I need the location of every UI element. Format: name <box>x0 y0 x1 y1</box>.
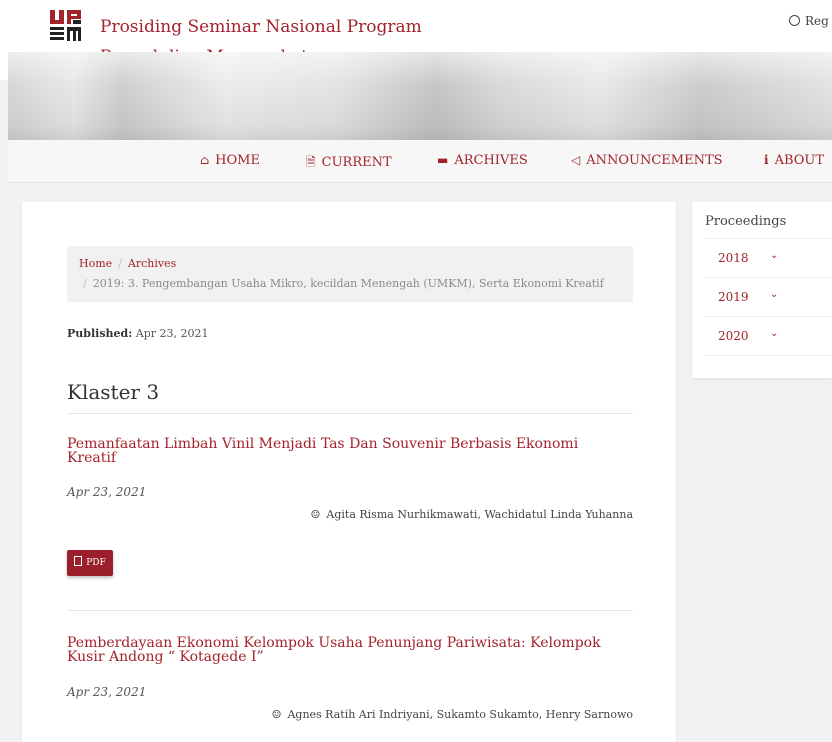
year-label[interactable]: 2020 <box>718 329 749 343</box>
nav-announcements-label[interactable]: ANNOUNCEMENTS <box>586 153 722 168</box>
article-date: Apr 23, 2021 <box>67 485 147 499</box>
chevron-down-icon[interactable]: ⌄ <box>770 250 778 261</box>
file-pdf-icon <box>74 556 83 566</box>
published-label: Published: <box>67 327 133 340</box>
divider <box>67 610 633 611</box>
nav-about-label[interactable]: ABOUT <box>775 153 824 168</box>
article-authors-text: Agita Risma Nurhikmawati, Wachidatul Lin… <box>326 508 633 521</box>
nav-home-label[interactable]: HOME <box>215 153 260 168</box>
section-title: Klaster 3 <box>67 380 160 404</box>
sidebar-title: Proceedings <box>705 214 787 229</box>
article-title-link[interactable]: Pemanfaatan Limbah Vinil Menjadi Tas Dan… <box>67 437 627 465</box>
upm-logo[interactable] <box>48 8 84 44</box>
users-icon: ☺ <box>310 508 321 521</box>
breadcrumb-current: 2019: 3. Pengembangan Usaha Mikro, kecil… <box>92 277 604 290</box>
header-banner <box>8 52 832 144</box>
chevron-down-icon[interactable]: ⌄ <box>770 289 778 300</box>
breadcrumb: Home / Archives / 2019: 3. Pengembangan Usa… <box>67 246 633 302</box>
archive-icon: ▬ <box>437 153 449 167</box>
users-icon: ☺ <box>271 708 282 721</box>
info-icon: i <box>764 153 769 167</box>
breadcrumb-home[interactable]: Home <box>79 257 112 270</box>
article-date: Apr 23, 2021 <box>67 685 147 699</box>
site-title-line-1[interactable]: Prosiding Seminar Nasional Program <box>100 12 422 42</box>
nav-about[interactable]: i ABOUT <box>764 153 824 168</box>
published-date: Published: Apr 23, 2021 <box>67 327 209 340</box>
nav-home[interactable]: ⌂ HOME <box>200 153 260 168</box>
sidebar-divider <box>704 355 832 356</box>
main-content: Home / Archives / 2019: 3. Pengembangan Usa… <box>22 202 676 742</box>
document-icon: 🗎 <box>306 155 316 169</box>
register-link[interactable]: Reg <box>789 14 829 28</box>
sidebar-year-2018[interactable]: 2018 ⌄ <box>704 238 832 278</box>
divider <box>67 413 633 414</box>
nav-archives[interactable]: ▬ ARCHIVES <box>437 153 528 168</box>
sidebar-year-2020[interactable]: 2020 ⌄ <box>704 316 832 356</box>
article-authors-text: Agnes Ratih Ari Indriyani, Sukamto Sukam… <box>287 708 633 721</box>
sidebar-year-2019[interactable]: 2019 ⌄ <box>704 277 832 317</box>
pdf-button-label[interactable]: PDF <box>86 558 106 568</box>
published-value: Apr 23, 2021 <box>135 327 209 340</box>
chevron-down-icon[interactable]: ⌄ <box>770 328 778 339</box>
user-circle-icon <box>789 15 800 26</box>
bullhorn-icon: ◁ <box>571 153 581 167</box>
breadcrumb-archives[interactable]: Archives <box>128 257 176 270</box>
year-label[interactable]: 2019 <box>718 290 749 304</box>
sidebar-proceedings: Proceedings 2018 ⌄ 2019 ⌄ 2020 ⌄ <box>692 202 832 378</box>
year-label[interactable]: 2018 <box>718 251 749 265</box>
nav-archives-label[interactable]: ARCHIVES <box>454 153 527 168</box>
article-authors: ☺ Agita Risma Nurhikmawati, Wachidatul Li… <box>311 508 633 521</box>
article-authors: ☺ Agnes Ratih Ari Indriyani, Sukamto Suka… <box>272 708 633 721</box>
breadcrumb-separator: / <box>83 277 87 290</box>
breadcrumb-separator: / <box>118 257 122 270</box>
home-icon: ⌂ <box>200 153 210 167</box>
nav-announcements[interactable]: ◁ ANNOUNCEMENTS <box>571 153 723 168</box>
register-label[interactable]: Reg <box>805 14 829 28</box>
nav-current-label[interactable]: CURRENT <box>322 155 392 170</box>
article-title-link[interactable]: Pemberdayaan Ekonomi Kelompok Usaha Penu… <box>67 636 627 664</box>
nav-current[interactable]: 🗎 CURRENT <box>306 153 392 174</box>
primary-nav: ⌂ HOME 🗎 CURRENT ▬ ARCHIVES ◁ ANNOUNCEMENTS … <box>8 140 832 183</box>
pdf-download-button[interactable]: PDF <box>67 550 113 576</box>
